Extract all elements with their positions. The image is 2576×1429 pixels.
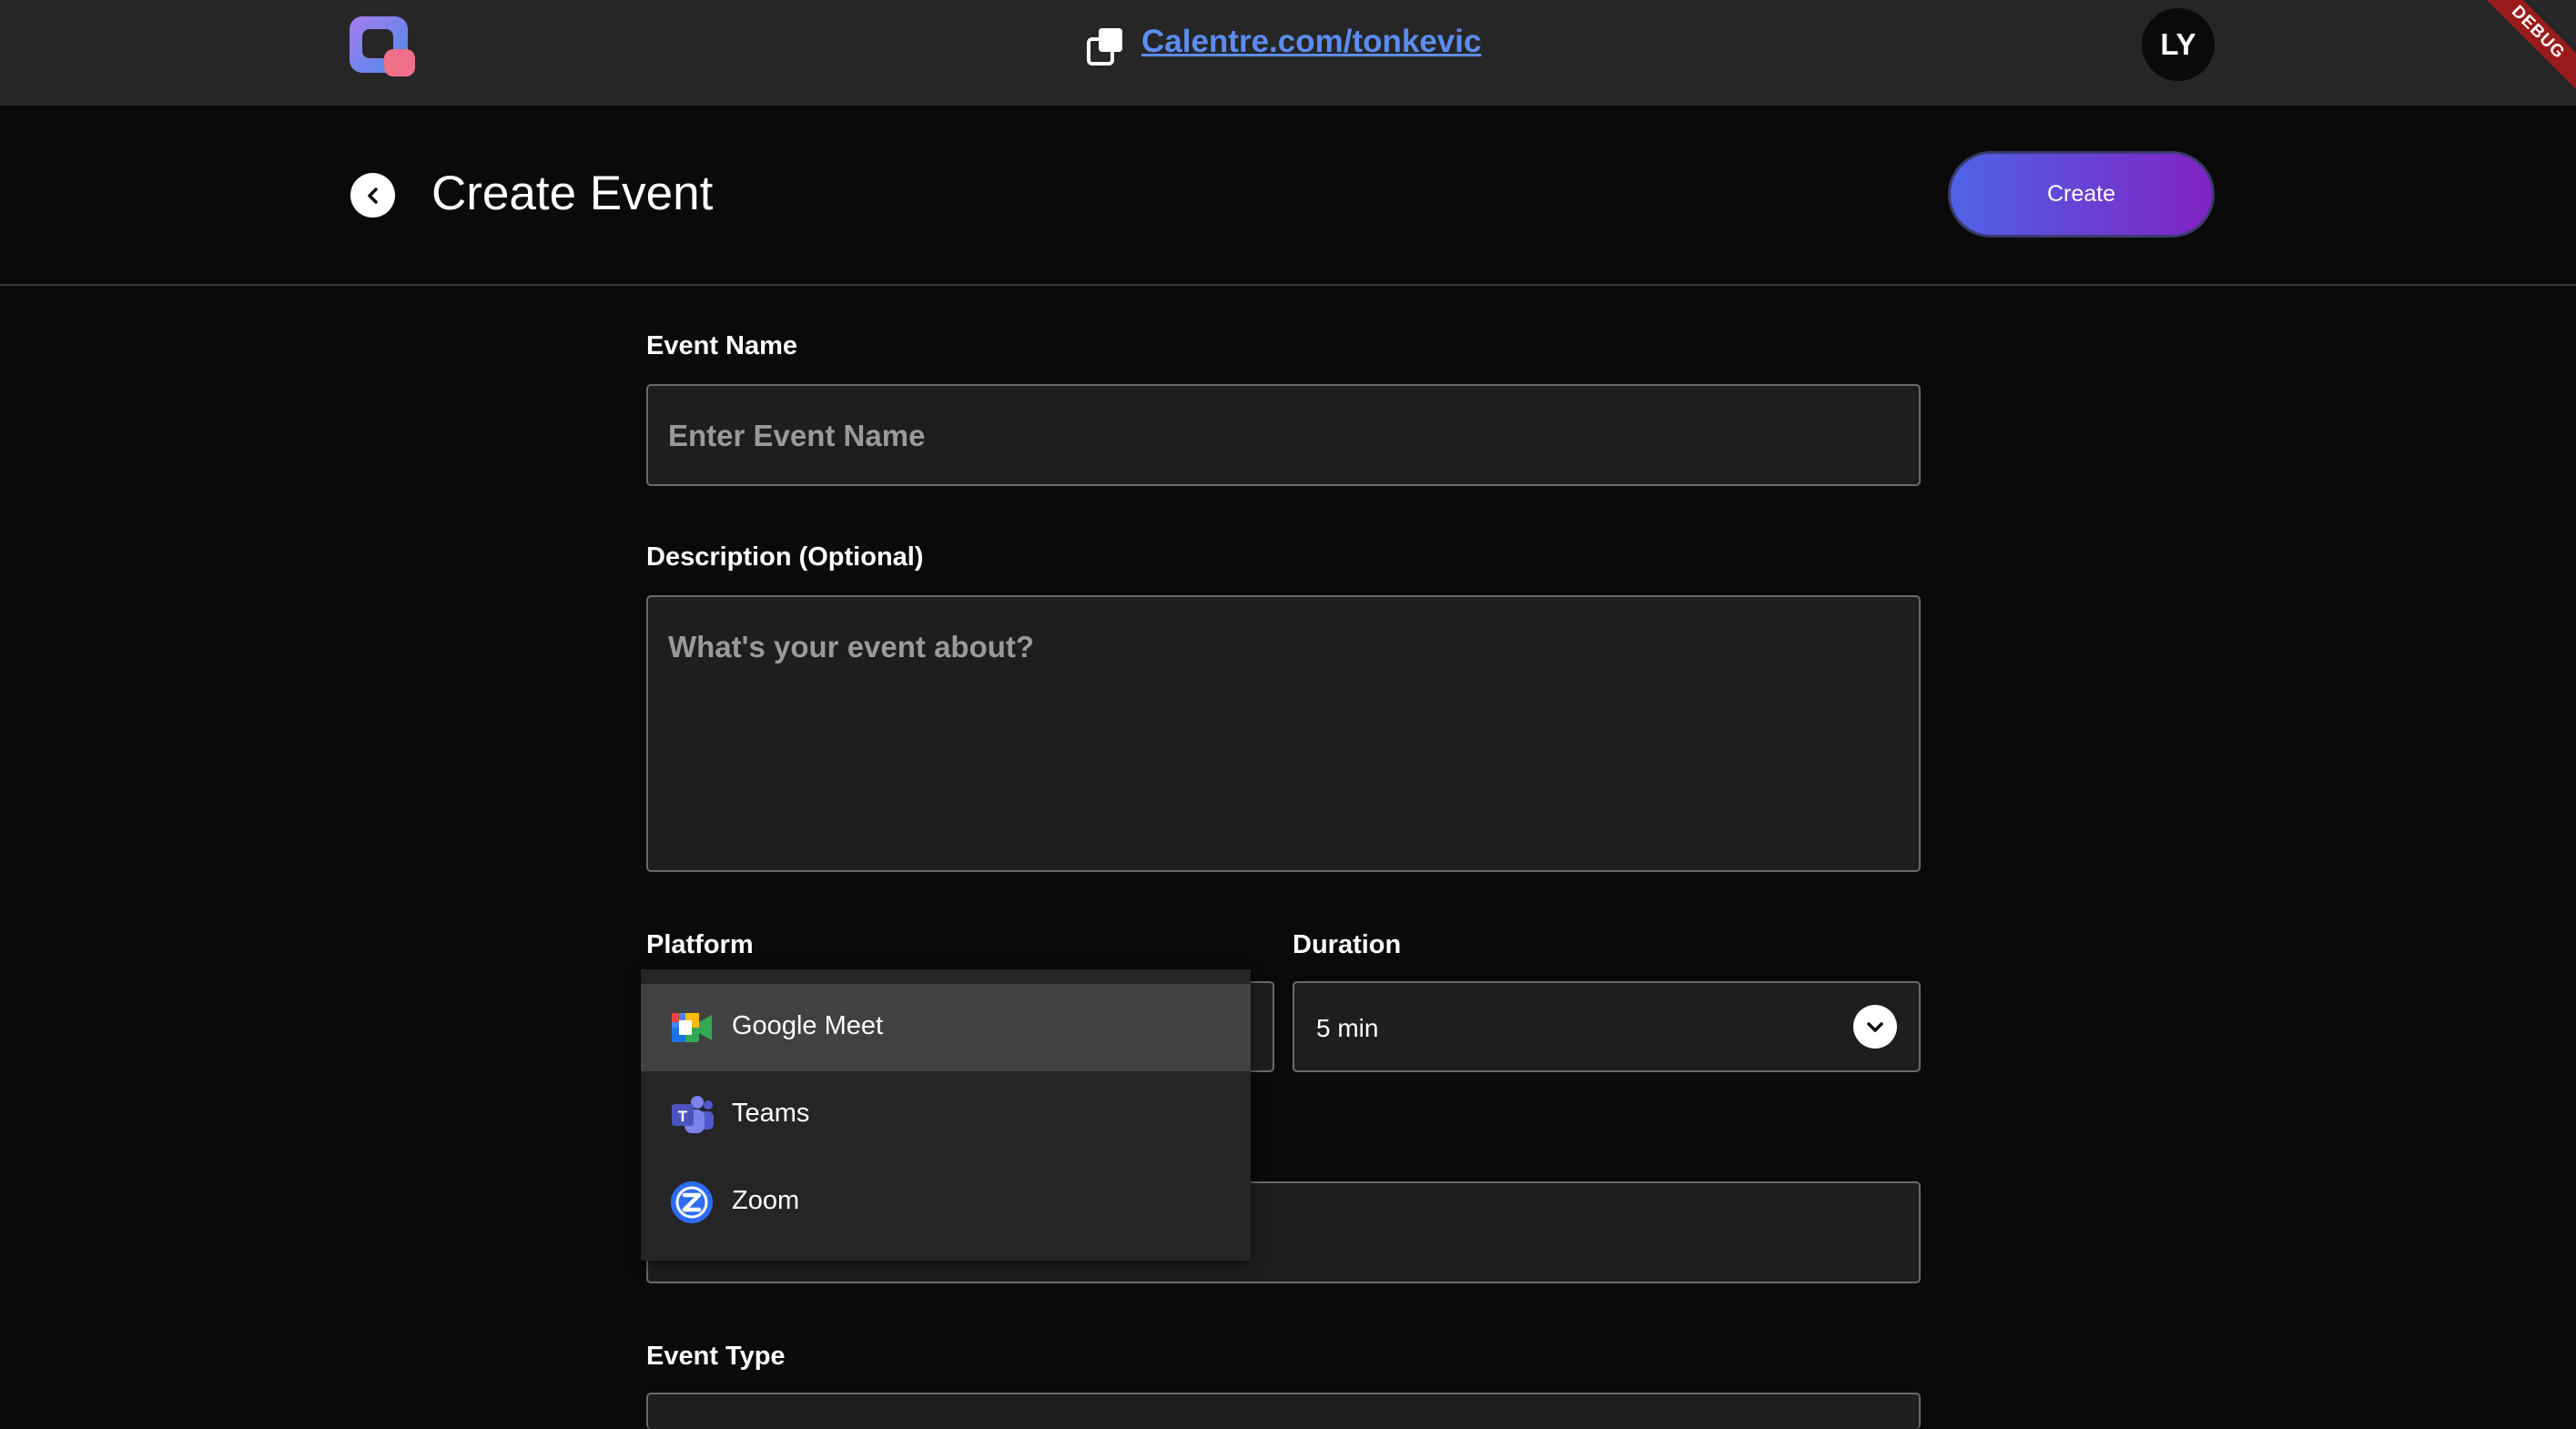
platform-dropdown-menu: Google Meet T Teams Zoom	[641, 969, 1251, 1261]
avatar-initials: LY	[2160, 27, 2196, 61]
app-logo-icon[interactable]	[350, 16, 415, 76]
event-name-placeholder: Enter Event Name	[668, 419, 926, 452]
debug-banner: DEBUG	[2476, 0, 2576, 100]
teams-icon: T	[672, 1096, 714, 1133]
description-placeholder: What's your event about?	[668, 630, 1035, 664]
platform-option-teams[interactable]: T Teams	[641, 1071, 1251, 1159]
duration-value: 5 min	[1316, 1014, 1379, 1042]
svg-text:T: T	[678, 1108, 688, 1125]
chevron-left-icon	[367, 187, 378, 204]
platform-option-zoom[interactable]: Zoom	[641, 1159, 1251, 1246]
platform-option-label: Teams	[732, 1099, 810, 1128]
platform-option-google-meet[interactable]: Google Meet	[641, 984, 1251, 1071]
profile-link[interactable]: Calentre.com/tonkevic	[1141, 24, 1481, 60]
zoom-icon	[671, 1181, 713, 1223]
description-textarea[interactable]: What's your event about?	[646, 595, 1921, 872]
chevron-down-icon[interactable]	[1853, 1005, 1897, 1049]
page-title: Create Event	[431, 167, 714, 220]
google-meet-icon	[672, 1013, 712, 1042]
top-bar: Calentre.com/tonkevic LY DEBUG	[0, 0, 2576, 106]
avatar[interactable]: LY	[2142, 8, 2215, 81]
platform-option-label: Zoom	[732, 1186, 800, 1215]
copy-icon[interactable]	[1086, 26, 1124, 66]
debug-banner-label: DEBUG	[2477, 0, 2576, 94]
platform-option-label: Google Meet	[732, 1011, 884, 1040]
platform-label: Platform	[646, 930, 754, 959]
event-type-select[interactable]	[646, 1393, 1921, 1429]
event-name-input[interactable]: Enter Event Name	[646, 384, 1921, 486]
duration-select[interactable]: 5 min	[1293, 981, 1921, 1072]
description-label: Description (Optional)	[646, 542, 924, 572]
header-divider	[0, 284, 2576, 286]
event-type-label: Event Type	[646, 1342, 786, 1371]
duration-label: Duration	[1293, 930, 1402, 959]
create-button[interactable]: Create	[1948, 151, 2215, 238]
event-name-label: Event Name	[646, 331, 798, 360]
back-button[interactable]	[350, 173, 395, 218]
